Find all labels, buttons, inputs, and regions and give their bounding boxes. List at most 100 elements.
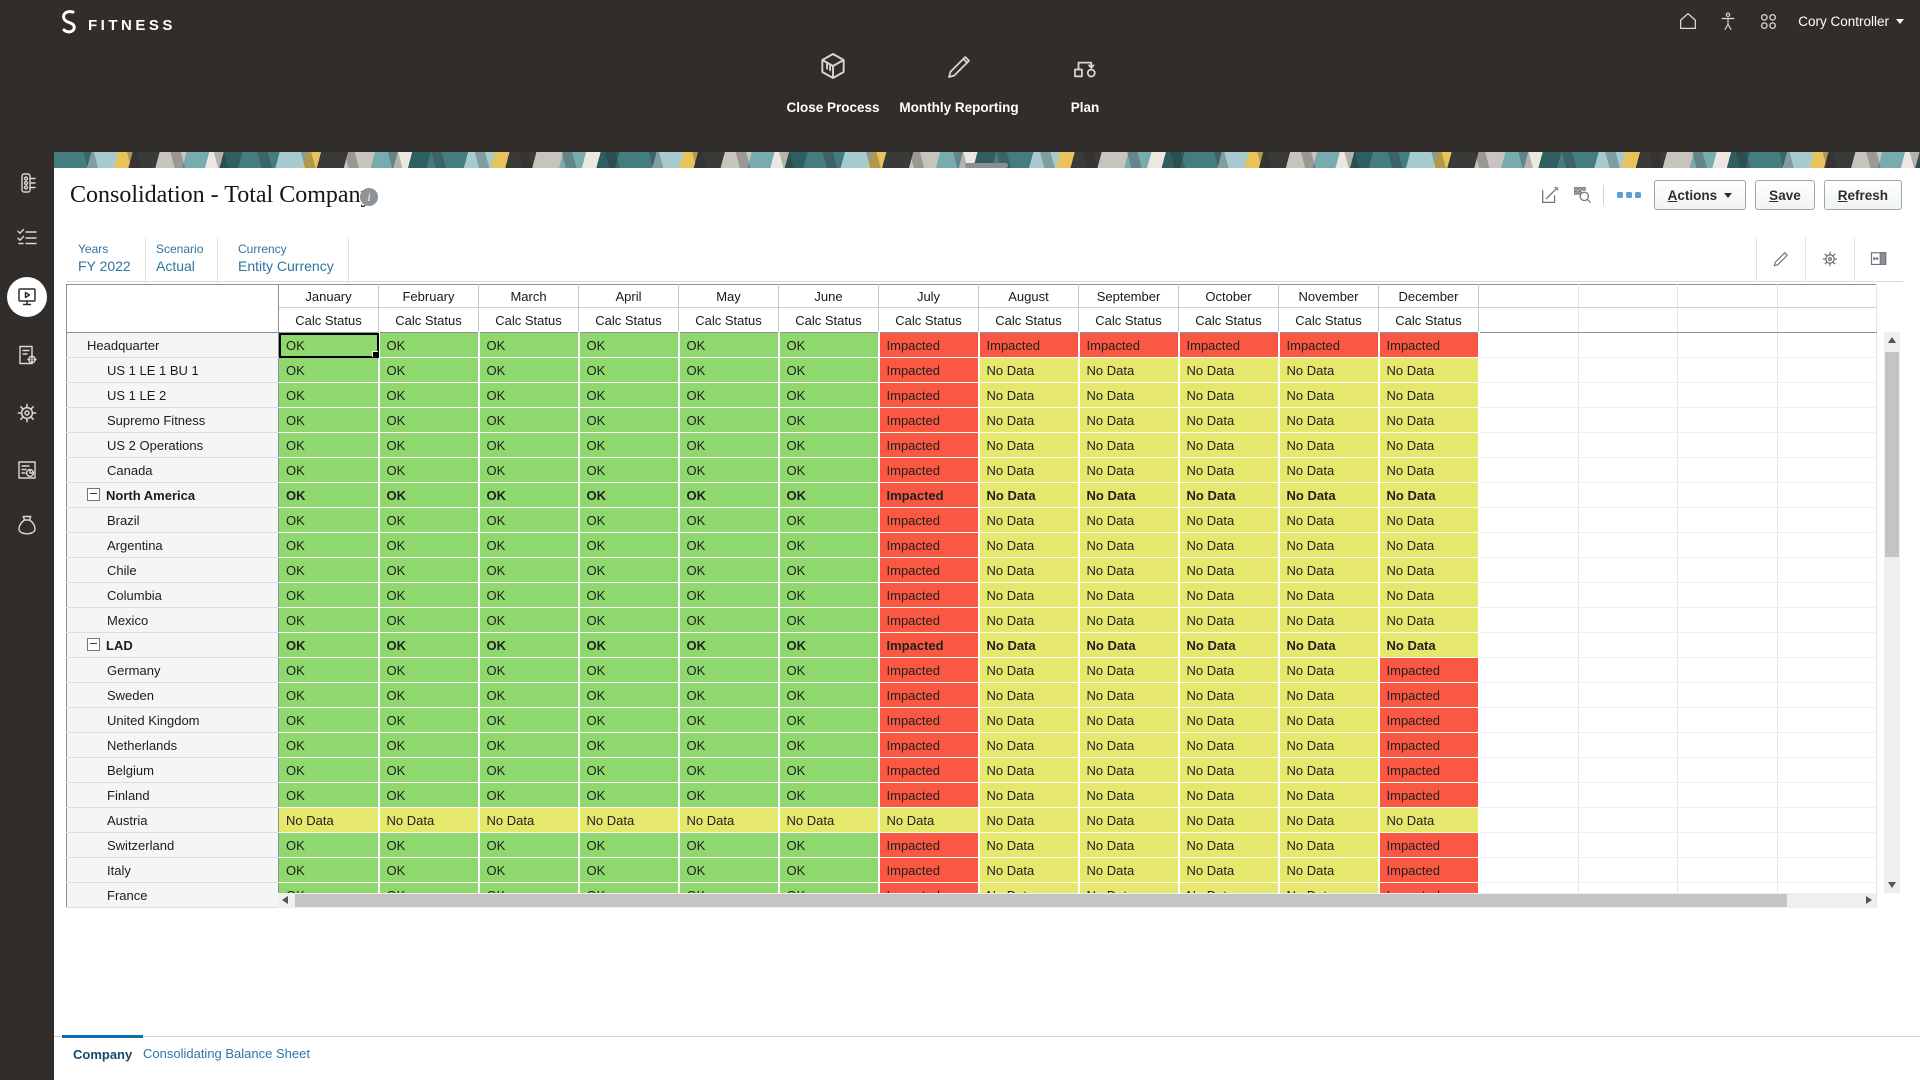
status-cell[interactable]: No Data [1179, 383, 1279, 408]
empty-cell[interactable] [1479, 833, 1579, 858]
column-header-empty[interactable] [1479, 285, 1579, 308]
status-cell[interactable]: OK [479, 533, 579, 558]
empty-cell[interactable] [1777, 633, 1877, 658]
status-cell[interactable]: OK [479, 633, 579, 658]
status-cell[interactable]: OK [279, 508, 379, 533]
status-cell[interactable]: No Data [1079, 808, 1179, 833]
status-cell[interactable]: OK [579, 608, 679, 633]
column-header-empty[interactable] [1678, 285, 1778, 308]
status-cell[interactable]: No Data [1279, 833, 1379, 858]
status-cell[interactable]: No Data [979, 708, 1079, 733]
empty-cell[interactable] [1678, 683, 1778, 708]
status-cell[interactable]: No Data [1179, 483, 1279, 508]
status-cell[interactable]: No Data [1279, 758, 1379, 783]
status-cell[interactable]: No Data [1279, 408, 1379, 433]
status-cell[interactable]: OK [579, 433, 679, 458]
status-cell[interactable]: No Data [979, 408, 1079, 433]
status-cell[interactable]: OK [379, 383, 479, 408]
status-cell[interactable]: No Data [1279, 433, 1379, 458]
column-header-december[interactable]: December [1379, 285, 1479, 308]
status-cell[interactable]: OK [779, 558, 879, 583]
empty-cell[interactable] [1578, 583, 1678, 608]
status-cell[interactable]: No Data [1179, 608, 1279, 633]
status-cell[interactable]: No Data [1079, 483, 1179, 508]
status-cell[interactable]: OK [379, 333, 479, 358]
status-cell[interactable]: OK [479, 758, 579, 783]
empty-cell[interactable] [1777, 483, 1877, 508]
status-cell[interactable]: OK [579, 833, 679, 858]
status-cell[interactable]: OK [479, 783, 579, 808]
status-cell[interactable]: No Data [1279, 608, 1379, 633]
status-cell[interactable]: No Data [1279, 558, 1379, 583]
calc-status-header[interactable]: Calc Status [1079, 308, 1179, 333]
status-cell[interactable]: OK [779, 833, 879, 858]
status-cell[interactable]: No Data [1179, 758, 1279, 783]
status-cell[interactable]: No Data [479, 808, 579, 833]
status-cell[interactable]: No Data [1179, 783, 1279, 808]
status-cell[interactable]: No Data [1379, 808, 1479, 833]
status-cell[interactable]: OK [279, 833, 379, 858]
status-cell[interactable]: OK [279, 708, 379, 733]
status-cell[interactable]: OK [479, 583, 579, 608]
sidebar-item-application[interactable] [7, 335, 47, 375]
empty-cell[interactable] [1479, 808, 1579, 833]
empty-cell[interactable] [1678, 583, 1778, 608]
column-header-empty[interactable] [1578, 285, 1678, 308]
empty-cell[interactable] [1479, 433, 1579, 458]
status-cell[interactable]: OK [779, 658, 879, 683]
status-cell[interactable]: OK [679, 708, 779, 733]
status-cell[interactable]: OK [579, 333, 679, 358]
status-cell[interactable]: OK [579, 358, 679, 383]
empty-cell[interactable] [1678, 383, 1778, 408]
status-cell[interactable]: No Data [1279, 658, 1379, 683]
status-cell[interactable]: OK [579, 658, 679, 683]
empty-cell[interactable] [1678, 358, 1778, 383]
status-cell[interactable]: No Data [979, 583, 1079, 608]
status-cell[interactable]: OK [779, 408, 879, 433]
status-cell[interactable]: OK [579, 583, 679, 608]
status-cell[interactable]: No Data [1179, 833, 1279, 858]
status-cell[interactable]: OK [579, 733, 679, 758]
status-cell[interactable]: OK [679, 508, 779, 533]
status-cell[interactable]: OK [279, 683, 379, 708]
row-header[interactable]: Finland [67, 783, 279, 808]
status-cell[interactable]: OK [279, 383, 379, 408]
status-cell[interactable]: No Data [1379, 458, 1479, 483]
status-cell[interactable]: OK [779, 733, 879, 758]
row-header[interactable]: Netherlands [67, 733, 279, 758]
status-cell[interactable]: OK [679, 483, 779, 508]
status-cell[interactable]: OK [579, 558, 679, 583]
status-cell[interactable]: Impacted [879, 383, 979, 408]
banner-drag-handle[interactable] [965, 163, 1008, 168]
status-cell[interactable]: OK [379, 483, 479, 508]
empty-cell[interactable] [1578, 658, 1678, 683]
empty-cell[interactable] [1578, 683, 1678, 708]
row-header[interactable]: Germany [67, 658, 279, 683]
calc-status-header-empty[interactable] [1678, 308, 1778, 333]
status-cell[interactable]: OK [679, 558, 779, 583]
status-cell[interactable]: OK [579, 633, 679, 658]
status-cell[interactable]: No Data [1079, 858, 1179, 883]
empty-cell[interactable] [1578, 458, 1678, 483]
column-header-may[interactable]: May [679, 285, 779, 308]
empty-cell[interactable] [1479, 733, 1579, 758]
status-cell[interactable]: OK [579, 858, 679, 883]
status-cell[interactable]: No Data [1379, 533, 1479, 558]
status-cell[interactable]: OK [379, 783, 479, 808]
empty-cell[interactable] [1777, 808, 1877, 833]
status-cell[interactable]: No Data [1179, 633, 1279, 658]
status-cell[interactable]: No Data [979, 383, 1079, 408]
status-cell[interactable]: OK [279, 858, 379, 883]
empty-cell[interactable] [1578, 783, 1678, 808]
accessibility-icon[interactable] [1718, 10, 1738, 32]
row-header[interactable]: Italy [67, 858, 279, 883]
column-header-september[interactable]: September [1079, 285, 1179, 308]
row-header[interactable]: Belgium [67, 758, 279, 783]
sidebar-item-tasks[interactable] [7, 217, 47, 257]
empty-cell[interactable] [1578, 633, 1678, 658]
row-header[interactable]: Austria [67, 808, 279, 833]
empty-cell[interactable] [1678, 483, 1778, 508]
nav-card-plan[interactable]: Plan [1022, 50, 1148, 115]
status-cell[interactable]: No Data [1179, 858, 1279, 883]
status-cell[interactable]: No Data [1379, 408, 1479, 433]
